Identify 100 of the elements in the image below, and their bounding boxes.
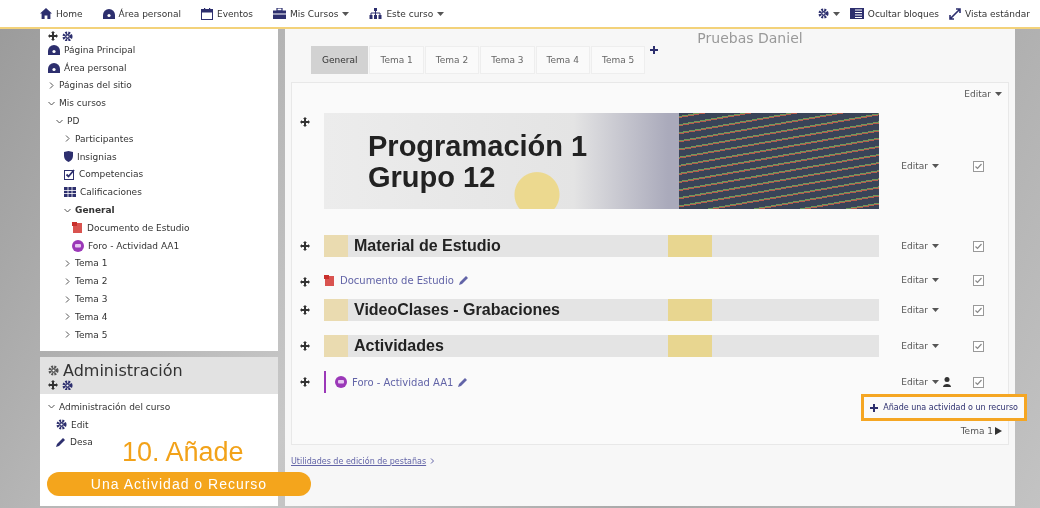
caret-icon — [437, 11, 445, 16]
tree-item[interactable]: Área personal — [64, 62, 127, 73]
gear-icon — [56, 419, 67, 431]
tree-item[interactable]: Mis cursos — [59, 98, 107, 109]
nav-link[interactable]: Vista estándar — [949, 7, 1030, 20]
edit-menu[interactable]: Editar — [901, 241, 939, 251]
section-tab[interactable]: Tema 5 — [590, 46, 646, 74]
completion-icon[interactable] — [973, 376, 984, 388]
tree-item[interactable]: Páginas del sitio — [59, 80, 132, 91]
tree-item[interactable]: Competencias — [79, 169, 144, 180]
tree-item[interactable]: Administración del curso — [59, 401, 171, 412]
nav-link[interactable]: Home — [40, 8, 83, 19]
section-tab[interactable]: Tema 1 — [369, 46, 424, 74]
completion-icon[interactable] — [973, 160, 984, 172]
tree-item[interactable]: Calificaciones — [80, 187, 142, 198]
move-icon[interactable] — [300, 377, 310, 387]
chevron-down-icon[interactable] — [48, 403, 55, 411]
shield-icon — [64, 151, 73, 163]
table-icon — [64, 187, 76, 198]
edit-menu[interactable]: Editar — [901, 377, 939, 387]
tree-item[interactable]: Edit — [71, 419, 89, 430]
completion-icon[interactable] — [973, 340, 984, 352]
columns-icon — [849, 8, 864, 19]
expand-icon — [949, 7, 962, 20]
forum-icon — [335, 376, 347, 388]
tree-item[interactable]: Tema 5 — [75, 329, 108, 340]
caret-icon — [932, 244, 939, 248]
tree-item[interactable]: Documento de Estudio — [87, 222, 190, 233]
move-icon[interactable] — [300, 117, 310, 127]
gear-icon — [48, 365, 59, 376]
nav-link[interactable]: Este curso — [369, 8, 445, 19]
chevron-right-icon[interactable] — [64, 135, 71, 143]
tree-item[interactable]: Tema 1 — [75, 258, 108, 269]
completion-icon[interactable] — [973, 304, 984, 316]
edit-menu[interactable]: Editar — [964, 89, 1002, 99]
tree-item[interactable]: Insignias — [77, 151, 117, 162]
section-tab[interactable]: Tema 4 — [535, 46, 590, 74]
move-icon[interactable] — [48, 380, 58, 390]
chevron-right-icon[interactable] — [64, 277, 71, 285]
step-caption: 10. Añade — [122, 437, 244, 468]
edit-menu[interactable]: Editar — [901, 341, 939, 351]
tree-item[interactable]: Tema 2 — [75, 276, 108, 287]
document-icon — [72, 222, 83, 234]
tree-item[interactable]: Tema 4 — [75, 311, 108, 322]
play-icon — [995, 427, 1002, 435]
person-icon[interactable] — [943, 377, 951, 387]
tree-item[interactable]: Página Principal — [64, 44, 136, 55]
nav-link[interactable]: Mis Cursos — [273, 8, 350, 19]
section-tab[interactable]: General — [311, 46, 369, 74]
completion-icon[interactable] — [973, 240, 984, 252]
nav-link[interactable]: Ocultar bloques — [849, 8, 940, 19]
completion-icon[interactable] — [973, 274, 984, 286]
move-icon[interactable] — [48, 31, 58, 41]
chevron-right-icon[interactable] — [64, 295, 71, 303]
checkbox-icon — [64, 168, 75, 180]
dashboard-icon — [48, 62, 60, 73]
edit-menu[interactable]: Editar — [901, 161, 939, 171]
move-icon[interactable] — [300, 241, 310, 251]
dashboard-icon — [48, 44, 60, 55]
pencil-icon — [458, 377, 469, 387]
chevron-right-icon[interactable] — [48, 82, 55, 89]
pencil-icon — [56, 437, 66, 448]
course-title: Pruebas Daniel — [696, 30, 804, 46]
chevron-down-icon[interactable] — [64, 206, 71, 214]
pencil-icon — [458, 275, 469, 285]
tree-item[interactable]: General — [75, 205, 115, 216]
caret-icon — [995, 92, 1002, 96]
caret-icon — [932, 164, 939, 168]
chevron-down-icon[interactable] — [56, 117, 63, 125]
tree-item[interactable]: Participantes — [75, 133, 134, 144]
chevron-right-icon[interactable] — [64, 313, 71, 321]
tree-item[interactable]: Tema 3 — [75, 294, 108, 305]
edit-menu[interactable]: Editar — [901, 305, 939, 315]
caret-icon — [342, 11, 350, 16]
chevron-right-icon — [430, 458, 436, 464]
caret-icon — [932, 344, 939, 348]
banner-title: Actividades — [354, 337, 444, 355]
nav-link[interactable]: Eventos — [201, 7, 253, 20]
chevron-down-icon[interactable] — [48, 99, 55, 107]
caption-banner: Una Actividad o Recurso — [47, 472, 311, 496]
edit-menu[interactable]: Editar — [901, 275, 939, 285]
sitemap-icon — [369, 8, 383, 19]
chevron-right-icon[interactable] — [64, 259, 71, 267]
section-tab[interactable]: Tema 2 — [424, 46, 480, 74]
nav-link[interactable]: Área personal — [102, 8, 181, 19]
tab-utilities-link[interactable]: Utilidades de edición de pestañas — [291, 457, 427, 466]
tree-item[interactable]: Foro - Actividad AA1 — [88, 240, 180, 251]
activity-link[interactable]: Foro - Actividad AA1 — [352, 376, 454, 388]
tree-item[interactable]: PD — [67, 116, 80, 127]
gear-icon — [62, 380, 73, 390]
move-icon[interactable] — [300, 305, 310, 315]
banner-title: Programación 1 Grupo 12 — [368, 130, 588, 193]
chevron-right-icon[interactable] — [64, 331, 71, 339]
next-section-link[interactable]: Tema 1 — [960, 426, 1002, 436]
section-tab[interactable]: Tema 3 — [480, 46, 535, 74]
dashboard-icon — [102, 8, 115, 19]
move-icon[interactable] — [300, 277, 310, 287]
move-icon[interactable] — [300, 341, 310, 351]
activity-link[interactable]: Documento de Estudio — [340, 274, 454, 286]
tree-item[interactable]: Desa — [70, 437, 93, 448]
